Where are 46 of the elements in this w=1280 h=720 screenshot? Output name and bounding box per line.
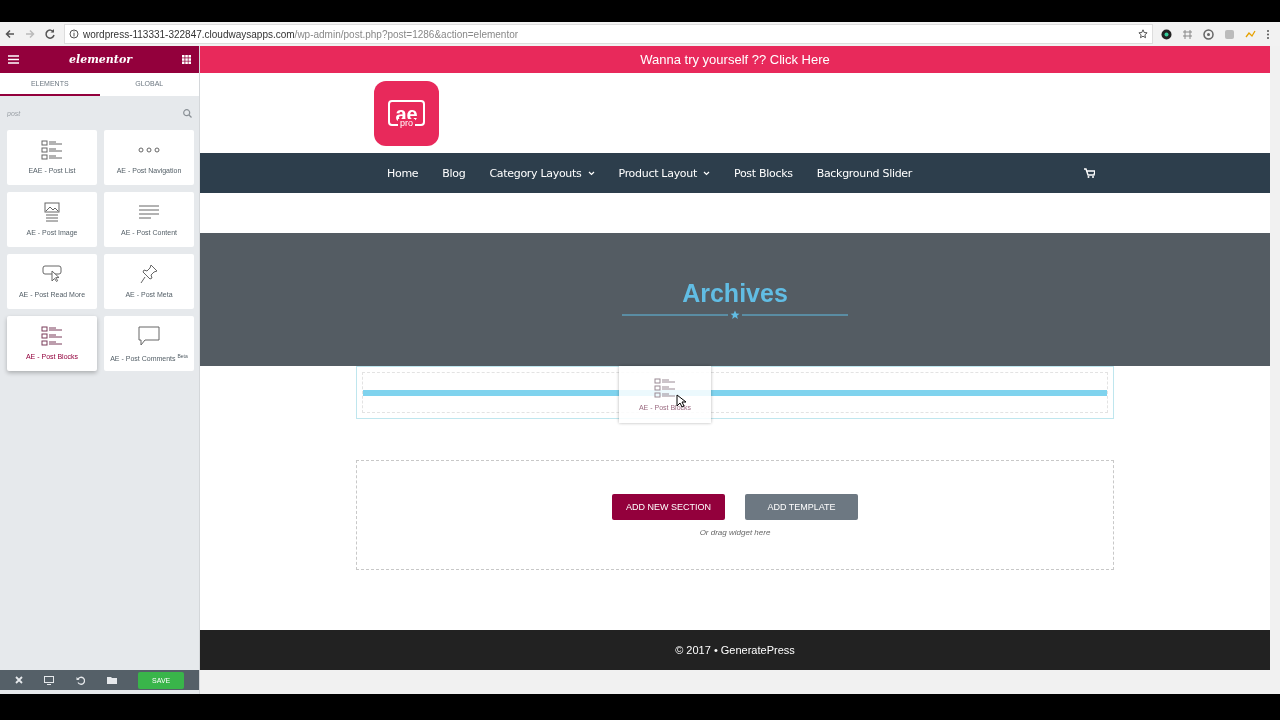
extension-icon — [1245, 28, 1256, 40]
reload-icon — [44, 28, 56, 40]
add-section-button[interactable]: ADD NEW SECTION — [612, 493, 725, 520]
drop-hint: Or drag widget here — [699, 527, 771, 537]
menu-icon — [8, 55, 19, 64]
nav-link[interactable]: Category Layouts — [477, 166, 607, 180]
chevron-down-icon — [587, 170, 595, 176]
list-icon — [41, 326, 63, 346]
nav-link[interactable]: Blog — [430, 166, 478, 180]
pointer-icon — [42, 265, 62, 283]
image-icon — [44, 202, 60, 222]
cart-icon — [1084, 168, 1095, 178]
monitor-icon — [44, 675, 55, 685]
nav-link[interactable]: Background Slider — [804, 166, 925, 180]
add-template-button[interactable]: ADD TEMPLATE — [745, 493, 858, 520]
extension-icon — [1224, 28, 1235, 40]
nav-link[interactable]: Post Blocks — [721, 166, 805, 180]
comment-icon — [138, 326, 160, 346]
editor-logo: elementor — [69, 53, 132, 66]
list-icon — [654, 378, 676, 398]
folder-icon — [106, 676, 117, 684]
search-icon — [183, 108, 192, 118]
pin-icon — [140, 264, 158, 284]
address-bar[interactable]: wordpress-113331-322847.cloudwaysapps.com/wp-admin/post.php?post=1286&action=elementor — [64, 24, 1153, 44]
title-divider-icon — [622, 310, 848, 320]
page-title: Archives — [682, 279, 788, 308]
forward-icon — [24, 28, 36, 40]
site-footer: © 2017 • GeneratePress — [200, 630, 1270, 670]
extension-icon — [1203, 28, 1214, 40]
more-icon — [1266, 28, 1270, 40]
nav-link[interactable]: Home — [375, 166, 431, 180]
chevron-down-icon — [702, 170, 710, 176]
extension-icon — [1161, 28, 1172, 40]
info-icon — [69, 29, 79, 39]
promo-banner[interactable]: Wanna try yourself ?? Click Here — [200, 46, 1270, 73]
url-text: wordpress-113331-322847.cloudwaysapps.com/wp-admin/post.php?post=1286&action=elementor — [83, 28, 519, 40]
list-icon — [41, 140, 63, 160]
back-icon — [4, 28, 16, 40]
extension-icon — [1182, 28, 1193, 40]
text-lines-icon — [139, 205, 159, 219]
close-icon — [14, 676, 23, 684]
grid-icon — [182, 55, 191, 64]
history-icon — [76, 675, 85, 685]
star-icon — [1138, 29, 1148, 39]
nav-link[interactable]: Product Layout — [606, 166, 722, 180]
dots-icon — [138, 146, 160, 154]
